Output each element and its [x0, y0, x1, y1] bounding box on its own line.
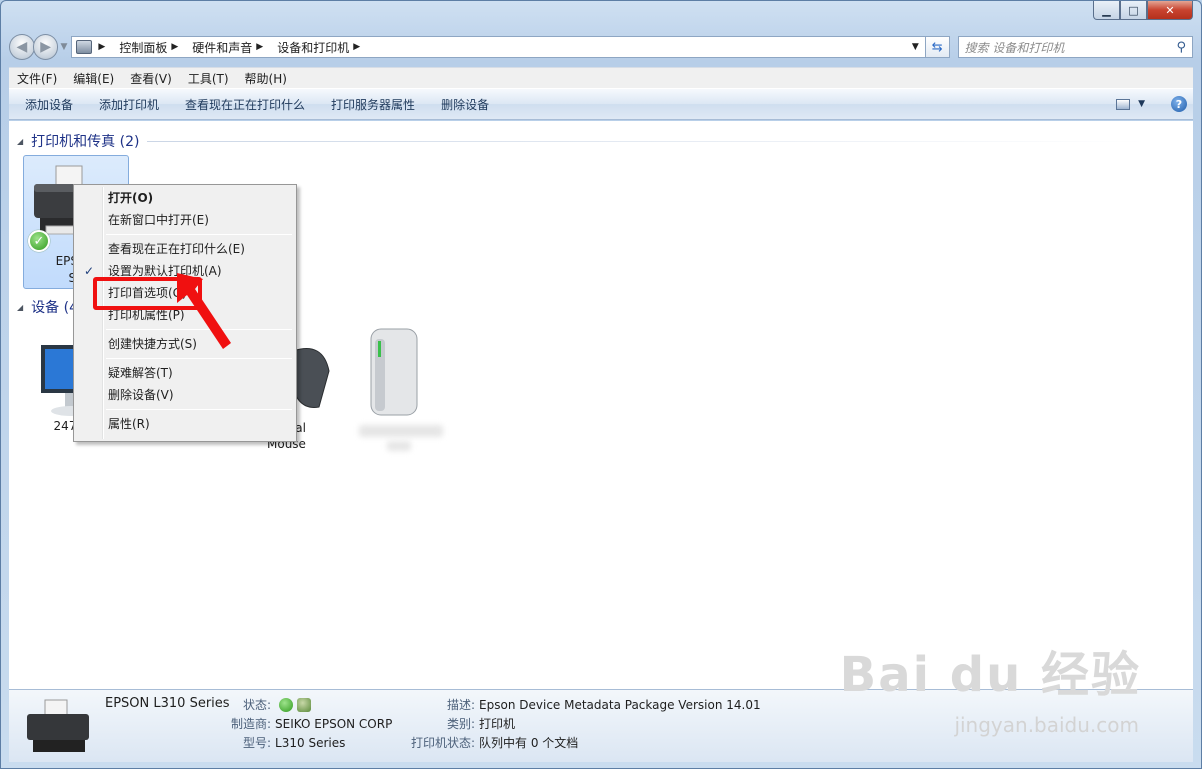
address-bar[interactable]: ▶ 控制面板 ▶ 硬件和声音 ▶ 设备和打印机 ▶ ▼	[71, 36, 926, 58]
add-printer-button[interactable]: 添加打印机	[83, 96, 169, 113]
blurred-label	[359, 425, 443, 437]
ctx-separator	[106, 234, 292, 235]
search-placeholder: 搜索 设备和打印机	[964, 40, 1065, 55]
breadcrumb-root-arrow[interactable]: ▶	[94, 42, 111, 52]
ctx-troubleshoot[interactable]: 疑难解答(T)	[76, 362, 294, 384]
breadcrumb-control-panel[interactable]: 控制面板 ▶	[119, 39, 184, 56]
refresh-icon: ⇆	[931, 39, 943, 55]
collapse-triangle-icon[interactable]: ◢	[17, 137, 23, 146]
forward-button[interactable]: ▶	[32, 34, 59, 60]
ctx-see-whats-printing[interactable]: 查看现在正在打印什么(E)	[76, 238, 294, 260]
add-device-button[interactable]: 添加设备	[9, 96, 83, 113]
ctx-properties[interactable]: 属性(R)	[76, 413, 294, 435]
caption-buttons: ▁ □ ✕	[1093, 1, 1193, 20]
menu-bar: 文件(F) 编辑(E) 查看(V) 工具(T) 帮助(H)	[9, 67, 1193, 88]
address-row: ◀ ▶ ▼ ▶ 控制面板 ▶ 硬件和声音 ▶ 设备和打印机 ▶ ▼ ⇆ 搜索 设备和打…	[9, 33, 1194, 61]
menu-edit[interactable]: 编辑(E)	[65, 70, 122, 87]
details-manufacturer: 制造商: SEIKO EPSON CORP	[231, 717, 393, 731]
maximize-button[interactable]: □	[1120, 1, 1147, 20]
group-printers-header[interactable]: ◢ 打印机和传真 (2)	[9, 131, 1148, 151]
help-icon[interactable]: ?	[1171, 96, 1187, 112]
ctx-separator	[106, 358, 292, 359]
storage-device-icon	[370, 328, 418, 416]
back-arrow-icon: ◀	[16, 39, 28, 55]
shared-users-icon	[296, 698, 311, 712]
search-input[interactable]: 搜索 设备和打印机 ⚲	[957, 36, 1194, 58]
view-options-dropdown[interactable]: ▼	[1138, 99, 1145, 109]
default-printer-check-icon: ✓	[28, 230, 50, 252]
blurred-label-2	[387, 441, 411, 451]
details-description: 描述: Epson Device Metadata Package Version…	[447, 698, 761, 712]
details-status: 状态:	[243, 696, 311, 713]
ctx-open-new-window[interactable]: 在新窗口中打开(E)	[76, 209, 294, 231]
menu-view[interactable]: 查看(V)	[122, 70, 180, 87]
remove-device-button[interactable]: 删除设备	[425, 96, 499, 113]
menu-tools[interactable]: 工具(T)	[180, 70, 237, 87]
printer-thumbnail-icon	[27, 699, 89, 752]
status-ok-icon	[278, 698, 293, 712]
group-devices-header[interactable]: ◢ 设备 (4	[9, 297, 78, 317]
menu-help[interactable]: 帮助(H)	[237, 70, 295, 87]
menu-file[interactable]: 文件(F)	[9, 70, 65, 87]
collapse-triangle-icon[interactable]: ◢	[17, 303, 23, 312]
change-view-icon[interactable]	[1116, 98, 1131, 110]
details-device-name: EPSON L310 Series	[105, 696, 230, 711]
address-dropdown-icon[interactable]: ▼	[906, 42, 925, 52]
explorer-window: ▁ □ ✕ ◀ ▶ ▼ ▶ 控制面板 ▶ 硬件和声音 ▶ 设备和打印机 ▶ ▼ ⇆ 搜…	[0, 0, 1202, 769]
ctx-remove-device[interactable]: 删除设备(V)	[76, 384, 294, 406]
breadcrumb-devices-printers[interactable]: 设备和打印机 ▶	[277, 39, 366, 56]
device-storage[interactable]	[349, 321, 449, 461]
search-icon[interactable]: ⚲	[1176, 40, 1186, 55]
close-button[interactable]: ✕	[1147, 1, 1193, 20]
minimize-button[interactable]: ▁	[1093, 1, 1120, 20]
command-bar: 添加设备 添加打印机 查看现在正在打印什么 打印服务器属性 删除设备 ▼ ?	[9, 88, 1193, 120]
print-server-properties-button[interactable]: 打印服务器属性	[315, 96, 425, 113]
baidu-watermark-logo: Bai du 经验	[839, 647, 1141, 703]
annotation-arrow-icon	[177, 273, 231, 349]
see-whats-printing-button[interactable]: 查看现在正在打印什么	[169, 96, 315, 113]
details-model: 型号: L310 Series	[243, 736, 346, 750]
refresh-button[interactable]: ⇆	[925, 36, 950, 58]
recent-pages-dropdown[interactable]: ▼	[60, 42, 67, 52]
control-panel-icon	[76, 40, 93, 54]
details-printer-status: 打印机状态: 队列中有 0 个文档	[411, 736, 579, 750]
forward-arrow-icon: ▶	[40, 39, 51, 55]
back-button[interactable]: ◀	[9, 34, 35, 60]
ctx-separator	[106, 409, 292, 410]
breadcrumb-hardware-sound[interactable]: 硬件和声音 ▶	[192, 39, 269, 56]
details-category: 类别: 打印机	[447, 717, 516, 731]
baidu-watermark-url: jingyan.baidu.com	[954, 713, 1139, 737]
ctx-open[interactable]: 打开(O)	[76, 187, 294, 209]
